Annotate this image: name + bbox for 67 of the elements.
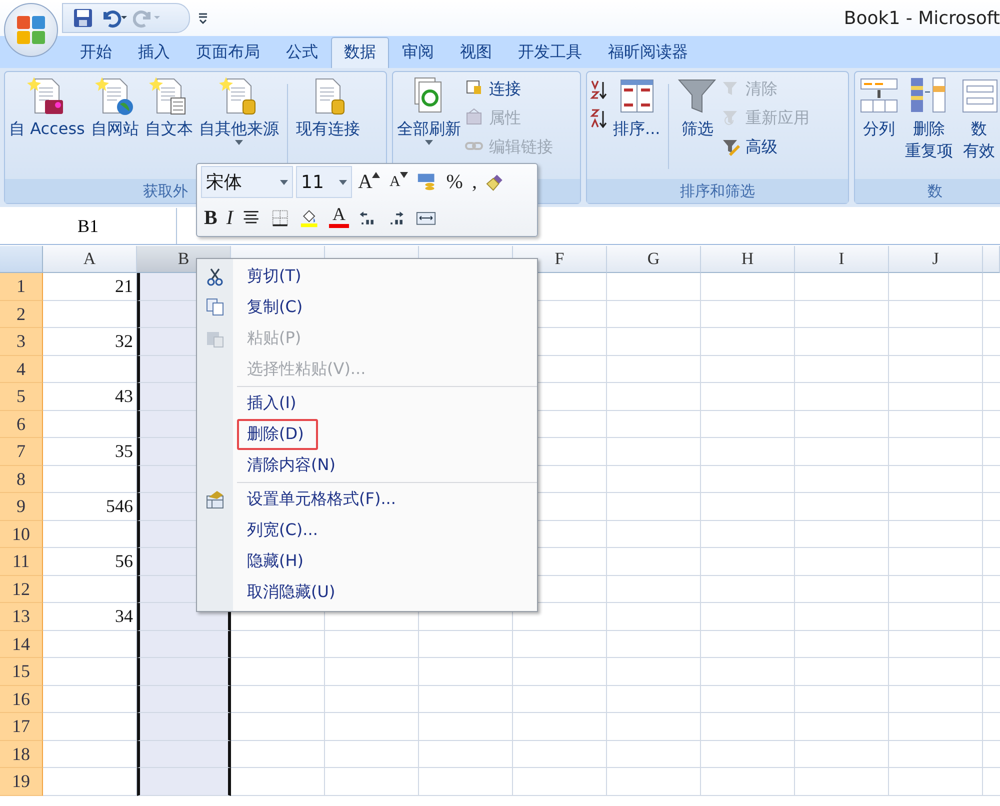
row-header[interactable]: 17 [0, 713, 43, 740]
menu-item[interactable]: 删除(D) [237, 419, 318, 450]
format-button[interactable]: , [468, 168, 480, 196]
ribbon-tab[interactable]: 审阅 [389, 37, 447, 68]
ribbon-button[interactable]: 分列 [857, 76, 901, 140]
ribbon-tab[interactable]: 视图 [447, 37, 505, 68]
ribbon-tab[interactable]: 页面布局 [183, 37, 273, 68]
ribbon-button[interactable]: 排序... [611, 76, 662, 140]
column-header[interactable]: I [795, 246, 889, 273]
column-header[interactable]: J [889, 246, 983, 273]
row-header[interactable]: 16 [0, 686, 43, 713]
ribbon-button[interactable]: 全部刷新 [395, 76, 463, 145]
row-header[interactable]: 9 [0, 493, 43, 520]
column-header[interactable]: A [43, 246, 137, 273]
row-header[interactable]: 15 [0, 658, 43, 686]
row-header[interactable]: 19 [0, 768, 43, 796]
row-header[interactable]: 4 [0, 356, 43, 383]
ribbon-tab[interactable]: 福昕阅读器 [595, 37, 701, 68]
ribbon-button[interactable]: 数 有效 [957, 76, 1000, 162]
row-header[interactable]: 10 [0, 520, 43, 548]
row-header[interactable]: 5 [0, 383, 43, 410]
row-header[interactable]: 11 [0, 548, 43, 576]
font-dropdown[interactable]: 宋体 [201, 166, 293, 198]
font-color-button[interactable]: A [326, 204, 352, 232]
menu-item[interactable]: 复制(C) [241, 292, 309, 323]
ribbon-button[interactable]: 自其他来源 [196, 76, 281, 145]
ribbon-tab[interactable]: 公式 [273, 37, 331, 68]
ribbon-tab[interactable]: 数据 [331, 37, 389, 68]
name-box[interactable]: B1 [0, 208, 177, 244]
group-label: 排序和筛选 [587, 179, 848, 203]
menu-item[interactable]: 取消隐藏(U) [241, 577, 342, 608]
menu-item[interactable]: 清除内容(N) [241, 450, 342, 481]
menu-item[interactable]: 插入(I) [241, 388, 302, 419]
ribbon-button[interactable]: 删除 重复项 [903, 76, 955, 162]
ribbon-tab[interactable]: 开发工具 [505, 37, 595, 68]
menu-item[interactable]: 隐藏(H) [241, 546, 310, 577]
ribbon-button[interactable]: 自文本 [142, 76, 195, 140]
row-header[interactable]: 1 [0, 273, 43, 300]
row-header[interactable]: 7 [0, 438, 43, 466]
ribbon-button[interactable]: 自 Access [7, 76, 87, 140]
menu-item[interactable]: 设置单元格格式(F)... [241, 484, 402, 515]
column-header[interactable]: H [701, 246, 795, 273]
ribbon-button[interactable]: 连接 [465, 76, 553, 102]
ribbon-button[interactable]: 筛选 [675, 76, 720, 140]
ribbon-tab[interactable]: 开始 [67, 37, 125, 68]
ribbon-button[interactable]: 自网站 [88, 76, 141, 140]
row-header[interactable]: 2 [0, 300, 43, 328]
format-button[interactable]: % [443, 168, 466, 196]
menu-item[interactable]: 列宽(C)... [241, 515, 324, 546]
row-header[interactable]: 13 [0, 603, 43, 630]
column-header[interactable]: G [607, 246, 701, 273]
ribbon-tab[interactable]: 插入 [125, 37, 183, 68]
ribbon-button[interactable]: 现有连接 [294, 76, 362, 140]
row-header[interactable]: 18 [0, 740, 43, 768]
ribbon-button[interactable]: 高级 [721, 134, 810, 160]
bold-button[interactable]: B [201, 204, 220, 232]
row-header[interactable]: 14 [0, 630, 43, 658]
italic-button[interactable]: I [223, 204, 236, 232]
row-header[interactable]: 12 [0, 576, 43, 603]
row-header[interactable]: 6 [0, 410, 43, 438]
row-header[interactable]: 3 [0, 328, 43, 356]
menu-item[interactable]: 剪切(T) [241, 261, 308, 292]
group-label: 数 [855, 179, 1000, 203]
font-size-dropdown[interactable]: 11 [296, 166, 352, 198]
window-title: Book1 - Microsoft [844, 8, 1000, 28]
shrink-font-button[interactable]: A [386, 168, 412, 196]
row-header[interactable]: 8 [0, 466, 43, 493]
